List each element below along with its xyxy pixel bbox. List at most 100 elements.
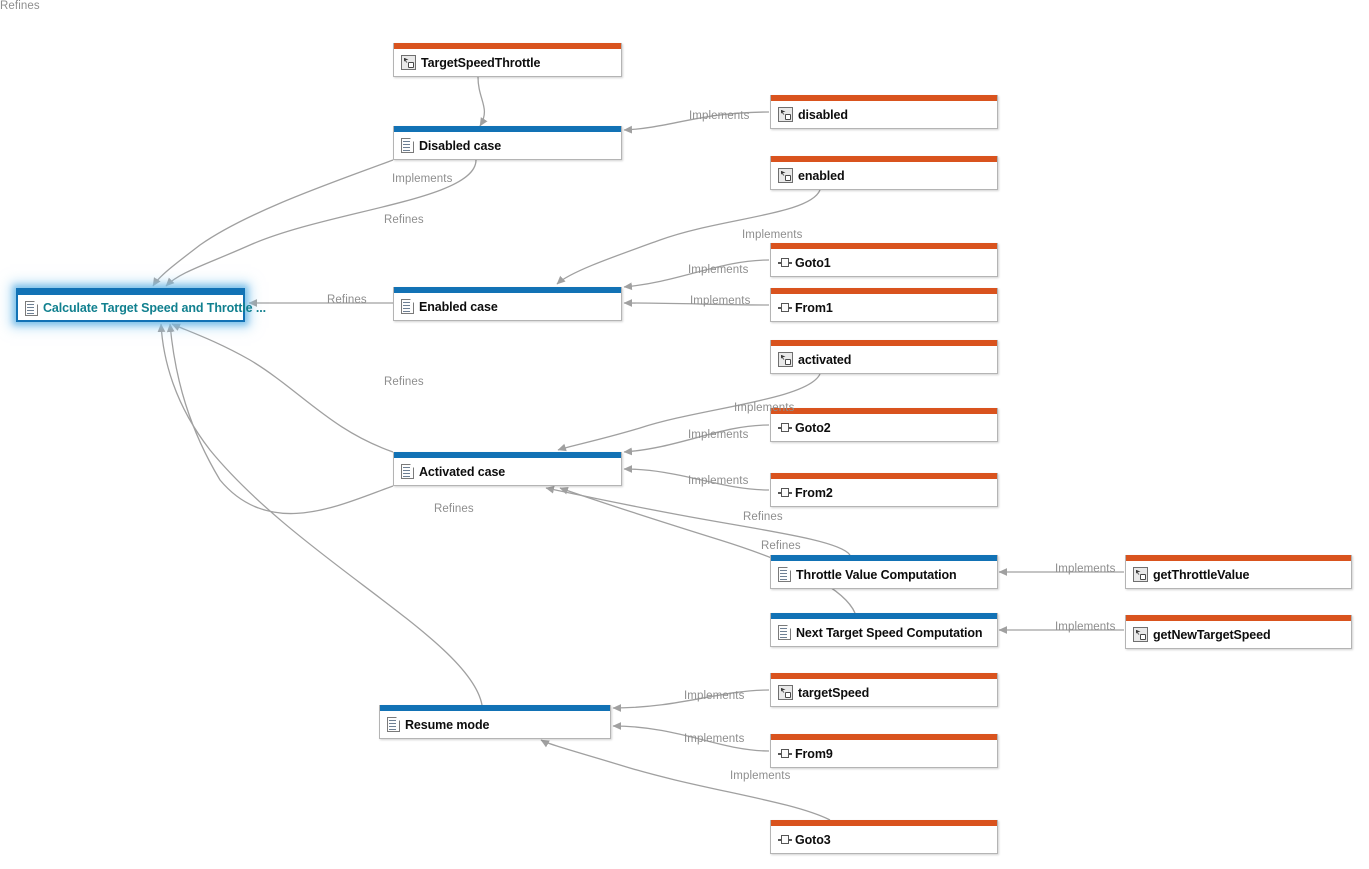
node-body: Enabled case (394, 293, 621, 320)
node-enabledCase[interactable]: Enabled case (393, 287, 622, 321)
node-label: Calculate Target Speed and Throttle ... (43, 301, 266, 315)
node-goto2[interactable]: Goto2 (770, 408, 998, 442)
node-body: From1 (771, 294, 997, 321)
node-label: Resume mode (405, 717, 490, 732)
edge-label-e11: Implements (688, 429, 749, 441)
block-icon (1133, 627, 1148, 642)
edge-label-e10: Implements (734, 402, 795, 414)
node-body: Activated case (394, 458, 621, 485)
port-icon (778, 488, 792, 498)
edge-label-e3: Implements (392, 173, 453, 185)
node-from9[interactable]: From9 (770, 734, 998, 768)
edge-label-e7: Implements (690, 295, 751, 307)
edge-e1[interactable] (477, 76, 488, 127)
node-getNewTargetSpeed[interactable]: getNewTargetSpeed (1125, 615, 1352, 649)
node-goto3[interactable]: Goto3 (770, 820, 998, 854)
node-label: Throttle Value Computation (796, 567, 957, 582)
node-goto1[interactable]: Goto1 (770, 243, 998, 277)
node-label: From9 (795, 746, 833, 761)
node-targetSpeedThrottle[interactable]: TargetSpeedThrottle (393, 43, 622, 77)
document-icon (387, 717, 400, 732)
document-icon (401, 464, 414, 479)
node-from1[interactable]: From1 (770, 288, 998, 322)
node-label: activated (798, 352, 852, 367)
node-label: Next Target Speed Computation (796, 625, 983, 640)
node-body: getThrottleValue (1126, 561, 1351, 588)
node-label: From1 (795, 300, 833, 315)
node-body: Goto2 (771, 414, 997, 441)
node-label: TargetSpeedThrottle (421, 55, 541, 70)
edge-label-e16: Implements (1055, 563, 1116, 575)
node-throttleValueComputation[interactable]: Throttle Value Computation (770, 555, 998, 589)
edge-label-e18: Refines (0, 0, 40, 12)
node-body: TargetSpeedThrottle (394, 49, 621, 76)
node-label: Activated case (419, 464, 506, 479)
node-getThrottleValue[interactable]: getThrottleValue (1125, 555, 1352, 589)
block-icon (778, 168, 793, 183)
node-body: Goto3 (771, 826, 997, 853)
edge-label-e4: Refines (384, 214, 424, 226)
port-icon (778, 303, 792, 313)
node-titlebar (18, 288, 243, 295)
node-body: Disabled case (394, 132, 621, 159)
diagram-canvas[interactable]: TargetSpeedThrottle Disabled case Calculat… (0, 0, 1369, 869)
edge-label-e12: Implements (688, 475, 749, 487)
node-label: getNewTargetSpeed (1153, 627, 1271, 642)
edge-label-e8: Refines (327, 294, 367, 306)
node-calculateTargetSpeedAndThrottle[interactable]: Calculate Target Speed and Throttle ... (16, 288, 266, 322)
edge-label-e19: Implements (684, 690, 745, 702)
edge-label-e17: Implements (1055, 621, 1116, 633)
node-label: Enabled case (419, 299, 498, 314)
document-icon (778, 625, 791, 640)
node-body: disabled (771, 101, 997, 128)
node-label: Goto1 (795, 255, 831, 270)
node-resumeMode[interactable]: Resume mode (379, 705, 611, 739)
node-body: activated (771, 346, 997, 373)
node-body: Next Target Speed Computation (771, 619, 997, 646)
document-icon (401, 299, 414, 314)
edge-e13[interactable] (166, 323, 394, 515)
edge-e9[interactable] (171, 323, 394, 453)
edge-label-e13: Refines (434, 503, 474, 515)
block-icon (401, 55, 416, 70)
node-body: From9 (771, 740, 997, 767)
block-icon (778, 352, 793, 367)
node-enabled[interactable]: enabled (770, 156, 998, 190)
node-body: Goto1 (771, 249, 997, 276)
block-icon (1133, 567, 1148, 582)
node-label: getThrottleValue (1153, 567, 1250, 582)
node-targetSpeed[interactable]: targetSpeed (770, 673, 998, 707)
edge-label-e21: Implements (730, 770, 791, 782)
node-label: Disabled case (419, 138, 502, 153)
edge-label-e9: Refines (384, 376, 424, 388)
edge-label-e2: Implements (689, 110, 750, 122)
port-icon (778, 835, 792, 845)
node-label: enabled (798, 168, 845, 183)
node-body: enabled (771, 162, 997, 189)
node-label: Goto2 (795, 420, 831, 435)
node-disabledCase[interactable]: Disabled case (393, 126, 622, 160)
node-body: Calculate Target Speed and Throttle ... (18, 295, 266, 321)
node-nextTargetSpeedComputation[interactable]: Next Target Speed Computation (770, 613, 998, 647)
edge-label-e5: Implements (742, 229, 803, 241)
node-from2[interactable]: From2 (770, 473, 998, 507)
node-activated[interactable]: activated (770, 340, 998, 374)
node-body: From2 (771, 479, 997, 506)
node-disabled[interactable]: disabled (770, 95, 998, 129)
edge-label-e6: Implements (688, 264, 749, 276)
node-body: Resume mode (380, 711, 610, 738)
block-icon (778, 107, 793, 122)
edge-label-e15: Refines (761, 540, 801, 552)
edge-e4[interactable] (152, 159, 394, 287)
block-icon (778, 685, 793, 700)
node-body: getNewTargetSpeed (1126, 621, 1351, 648)
document-icon (401, 138, 414, 153)
document-icon (778, 567, 791, 582)
node-activatedCase[interactable]: Activated case (393, 452, 622, 486)
edge-label-e20: Implements (684, 733, 745, 745)
node-label: Goto3 (795, 832, 831, 847)
node-body: Throttle Value Computation (771, 561, 997, 588)
document-icon (25, 300, 38, 316)
node-label: disabled (798, 107, 848, 122)
edge-label-e14: Refines (743, 511, 783, 523)
